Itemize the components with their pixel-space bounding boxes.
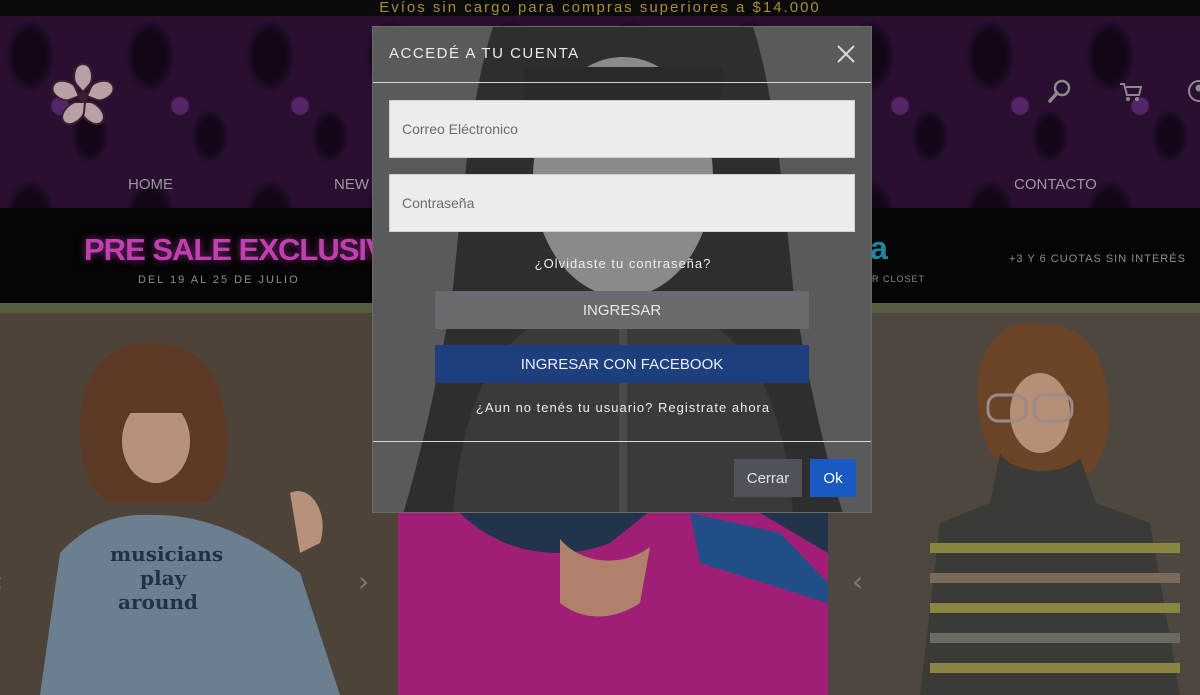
forgot-password-link[interactable]: ¿Olvidaste tu contraseña? bbox=[373, 256, 871, 271]
ok-button[interactable]: Ok bbox=[810, 459, 856, 497]
login-modal: ACCEDÉ A TU CUENTA ¿Olvidaste tu contras… bbox=[372, 26, 872, 513]
register-link[interactable]: ¿Aun no tenés tu usuario? Registrate aho… bbox=[373, 400, 871, 415]
modal-header-divider bbox=[373, 82, 871, 83]
cancel-button[interactable]: Cerrar bbox=[734, 459, 802, 497]
password-field[interactable] bbox=[389, 174, 855, 232]
login-button[interactable]: INGRESAR bbox=[435, 291, 809, 329]
facebook-login-button[interactable]: INGRESAR CON FACEBOOK bbox=[435, 345, 809, 383]
modal-title: ACCEDÉ A TU CUENTA bbox=[389, 45, 580, 62]
modal-footer-divider bbox=[373, 441, 871, 442]
close-icon[interactable] bbox=[835, 43, 857, 65]
email-field[interactable] bbox=[389, 100, 855, 158]
